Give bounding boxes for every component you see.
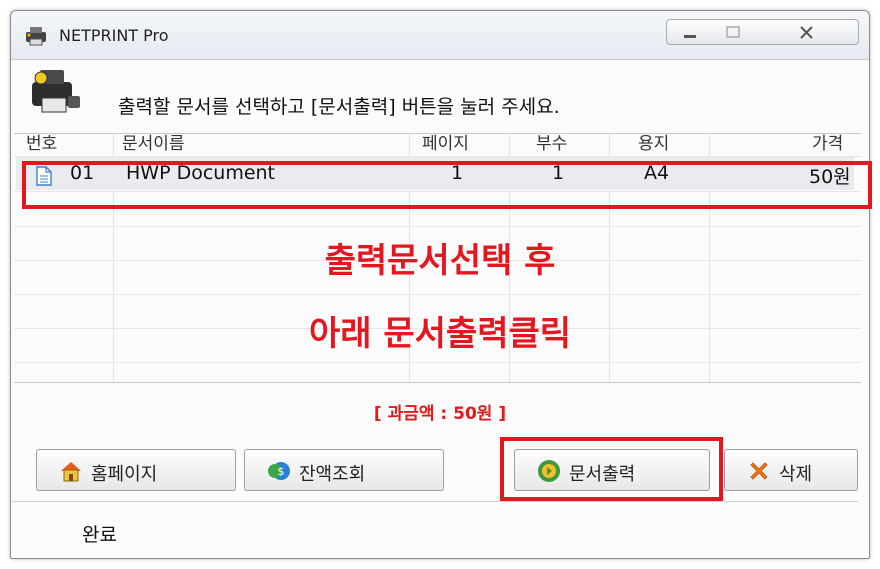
window-title: NETPRINT Pro <box>59 26 169 45</box>
column-header-price[interactable]: 가격 <box>812 134 843 151</box>
instruction-text: 출력할 문서를 선택하고 [문서출력] 버튼을 눌러 주세요. <box>118 96 560 118</box>
highlight-print-button <box>500 437 723 501</box>
svg-text:$: $ <box>278 465 285 478</box>
minimize-icon <box>684 35 696 38</box>
homepage-button-label: 홈페이지 <box>91 464 158 485</box>
balance-button-label: 잔액조회 <box>299 464 366 485</box>
column-header-paper[interactable]: 용지 <box>638 134 669 151</box>
status-divider <box>12 501 858 502</box>
instruction-area: 출력할 문서를 선택하고 [문서출력] 버튼을 눌러 주세요. <box>10 52 850 132</box>
printer-app-icon <box>26 27 46 46</box>
money-icon: $ <box>268 462 290 480</box>
delete-button[interactable]: 삭제 <box>724 449 858 491</box>
close-button[interactable] <box>754 19 859 45</box>
delete-icon <box>750 462 768 480</box>
row-divider <box>14 362 861 363</box>
maximize-icon <box>726 26 740 38</box>
printer-icon <box>32 70 80 113</box>
column-header-copies[interactable]: 부수 <box>536 134 567 151</box>
balance-button[interactable]: $ 잔액조회 <box>244 449 444 491</box>
annotation-line-1: 출력문서선택 후 <box>324 241 556 281</box>
row-divider <box>14 226 861 227</box>
column-header-pages[interactable]: 페이지 <box>422 134 469 151</box>
close-icon <box>800 26 813 39</box>
status-text: 완료 <box>82 524 117 546</box>
maximize-button[interactable] <box>711 19 755 45</box>
minimize-button[interactable] <box>666 19 712 45</box>
column-header-number[interactable]: 번호 <box>26 134 57 151</box>
charge-amount: [ 과금액 : 50원 ] <box>373 404 507 424</box>
highlight-selected-row <box>22 161 872 209</box>
home-icon <box>61 462 81 482</box>
row-divider <box>14 294 861 295</box>
delete-button-label: 삭제 <box>779 464 813 485</box>
homepage-button[interactable]: 홈페이지 <box>36 449 236 491</box>
column-header-name[interactable]: 문서이름 <box>122 134 185 151</box>
annotation-line-2: 아래 문서출력클릭 <box>308 314 572 354</box>
